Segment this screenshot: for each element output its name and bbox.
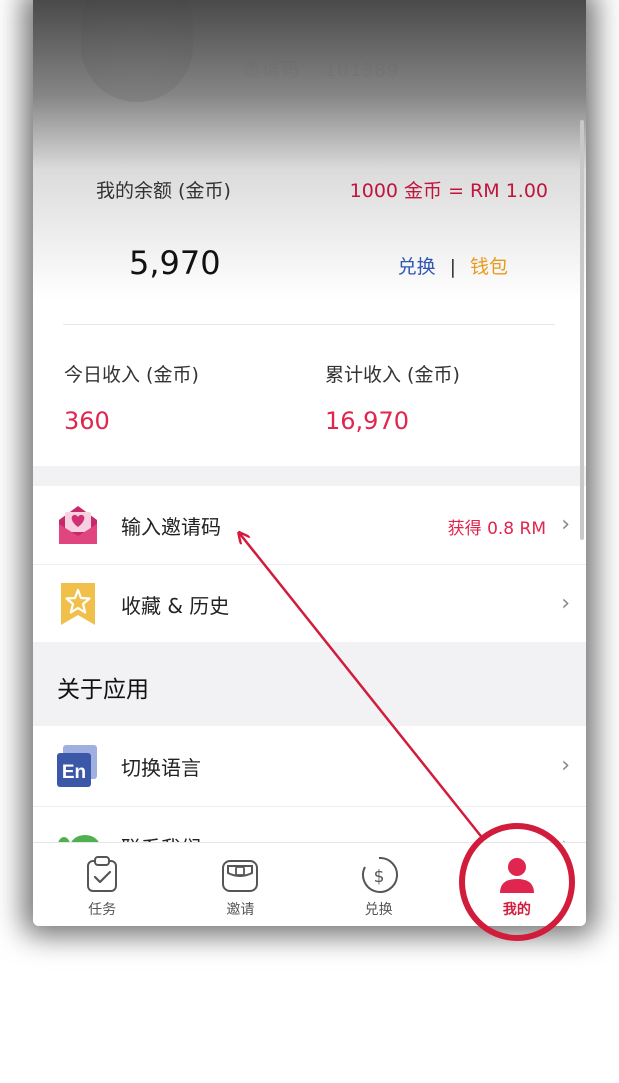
chevron-right-icon: › <box>561 753 570 778</box>
total-income: 累计收入 (金币) 16,970 <box>325 360 460 435</box>
invite-reward: 获得 0.8 RM <box>447 519 546 539</box>
invite-code-row-label: 输入邀请码 <box>121 515 221 539</box>
today-income: 今日收入 (金币) 360 <box>64 360 199 435</box>
total-income-value: 16,970 <box>325 407 409 435</box>
action-separator: | <box>449 256 456 278</box>
chevron-right-icon: › <box>561 591 570 616</box>
avatar[interactable] <box>81 0 193 102</box>
tab-mine[interactable]: 我的 <box>448 843 586 926</box>
tab-exchange-label: 兑换 <box>364 902 393 918</box>
chevron-right-icon: › <box>561 512 570 537</box>
section-about-title: 关于应用 <box>57 677 149 703</box>
svg-text:En: En <box>62 762 86 783</box>
invite-code-label: 邀请码 <box>243 60 300 81</box>
balance-label: 我的余额 (金币) <box>96 180 231 202</box>
menu-item-invite-code[interactable]: 输入邀请码 获得 0.8 RM › <box>33 486 586 564</box>
today-income-value: 360 <box>64 407 110 435</box>
section-gap <box>33 466 586 486</box>
svg-text:$: $ <box>373 867 384 887</box>
en-language-icon: En <box>57 745 97 787</box>
language-row-label: 切换语言 <box>121 756 201 780</box>
rate-coins: 1000 金币 <box>349 180 443 202</box>
tab-exchange[interactable]: $ 兑换 <box>310 843 448 926</box>
invite-code-value: 101389 <box>324 60 400 81</box>
exchange-link[interactable]: 兑换 <box>398 256 436 278</box>
tab-tasks-label: 任务 <box>88 902 117 918</box>
balance-value: 5,970 <box>129 244 221 282</box>
scrollbar[interactable] <box>580 120 584 540</box>
exchange-rate: 1000 金币 = RM 1.00 <box>350 176 548 203</box>
total-income-label: 累计收入 (金币) <box>325 364 460 386</box>
tab-mine-label: 我的 <box>502 902 531 918</box>
rate-rm: = RM 1.00 <box>448 180 548 202</box>
clipboard-check-icon <box>87 856 118 892</box>
tab-invite[interactable]: 邀请 <box>171 843 309 926</box>
wallet-link[interactable]: 钱包 <box>470 256 508 278</box>
divider <box>63 324 555 325</box>
dollar-coin-icon: $ <box>361 856 398 893</box>
today-income-label: 今日收入 (金币) <box>64 364 199 386</box>
star-bookmark-icon <box>61 583 95 625</box>
profile-invite-code: 邀请码 101389 <box>243 56 399 82</box>
menu-item-favorites[interactable]: 收藏 & 历史 › <box>33 564 586 642</box>
tab-tasks[interactable]: 任务 <box>33 843 171 926</box>
gift-box-icon <box>222 860 259 892</box>
section-about-header: 关于应用 <box>33 642 586 726</box>
app-screen: 邀请码 101389 我的余额 (金币) 1000 金币 = RM 1.00 5… <box>33 0 586 926</box>
favorites-row-label: 收藏 & 历史 <box>121 594 230 618</box>
user-icon <box>499 858 534 893</box>
menu-item-language[interactable]: En 切换语言 › <box>33 727 586 805</box>
heart-envelope-icon <box>59 506 97 544</box>
bottom-nav: 任务 邀请 $ 兑换 我的 <box>33 842 586 926</box>
tab-invite-label: 邀请 <box>226 902 255 918</box>
balance-actions: 兑换 | 钱包 <box>398 252 508 279</box>
